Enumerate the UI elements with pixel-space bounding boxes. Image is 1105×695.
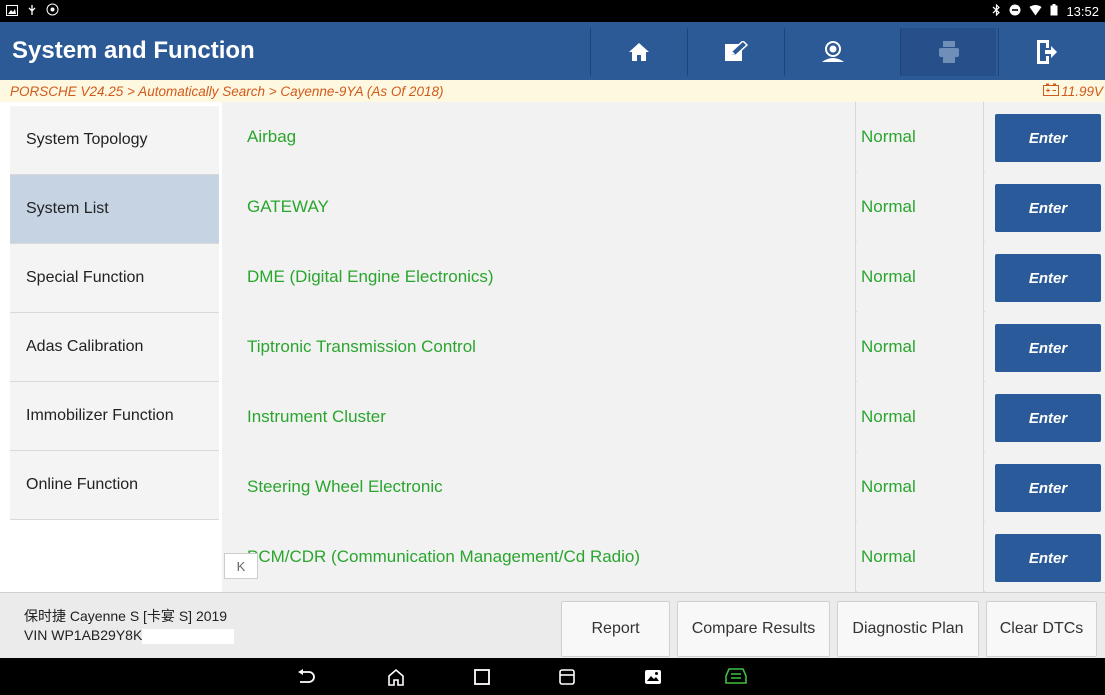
recents-icon[interactable]	[470, 666, 494, 688]
title-bar: System and Function	[0, 22, 1105, 80]
system-status: Normal	[857, 522, 984, 592]
system-row: Tiptronic Transmission Control Normal En…	[222, 312, 1105, 382]
page-title: System and Function	[12, 37, 255, 64]
screenshot-icon[interactable]	[641, 666, 665, 688]
enter-button[interactable]: Enter	[995, 464, 1101, 512]
enter-cell: Enter	[985, 242, 1105, 312]
vehicle-model: 保时捷 Cayenne S [卡宴 S] 2019	[24, 608, 228, 624]
system-name: Steering Wheel Electronic	[222, 452, 856, 522]
vin-redaction	[142, 628, 235, 644]
sidebar-item-special-function[interactable]: Special Function	[10, 244, 219, 313]
system-row: GATEWAY Normal Enter	[222, 172, 1105, 242]
system-row: PCM/CDR (Communication Management/Cd Rad…	[222, 522, 1105, 592]
voltage-value: 11.99V	[1061, 83, 1103, 99]
system-name: PCM/CDR (Communication Management/Cd Rad…	[222, 522, 856, 592]
home-button[interactable]	[590, 28, 686, 76]
user-feedback-icon	[820, 41, 846, 63]
home-icon	[628, 42, 650, 62]
voltage-indicator: 11.99V	[1043, 83, 1105, 99]
vehicle-vin-line: VIN WP1AB29Y8K	[24, 626, 235, 645]
dnd-icon	[1009, 4, 1021, 19]
system-row: Instrument Cluster Normal Enter	[222, 382, 1105, 452]
system-name: Instrument Cluster	[222, 382, 856, 452]
enter-button[interactable]: Enter	[995, 254, 1101, 302]
enter-button[interactable]: Enter	[995, 394, 1101, 442]
status-bar: 13:52	[0, 0, 1105, 22]
system-row: Airbag Normal Enter	[222, 102, 1105, 172]
sidebar-item-system-list[interactable]: System List	[10, 175, 219, 244]
system-status: Normal	[857, 102, 984, 172]
status-icons-right: 13:52	[992, 3, 1099, 19]
enter-button[interactable]: Enter	[995, 534, 1101, 582]
feedback-button[interactable]	[784, 28, 880, 76]
enter-cell: Enter	[985, 382, 1105, 452]
split-screen-icon[interactable]	[555, 666, 579, 688]
image-notification-icon	[6, 4, 18, 19]
exit-icon	[1036, 40, 1057, 64]
breadcrumb: PORSCHE V24.25 > Automatically Search > …	[0, 80, 1105, 102]
diagnostic-plan-button[interactable]: Diagnostic Plan	[837, 601, 979, 657]
enter-button[interactable]: Enter	[995, 114, 1101, 162]
collapse-sidebar-button[interactable]: K	[224, 553, 258, 579]
system-status: Normal	[857, 172, 984, 242]
usb-icon	[26, 4, 38, 19]
footer-bar: 保时捷 Cayenne S [卡宴 S] 2019 VIN WP1AB29Y8K…	[0, 592, 1105, 658]
system-name: Airbag	[222, 102, 856, 172]
print-icon	[938, 41, 959, 63]
system-row: Steering Wheel Electronic Normal Enter	[222, 452, 1105, 522]
system-status: Normal	[857, 452, 984, 522]
status-icons-left	[6, 3, 59, 19]
enter-button[interactable]: Enter	[995, 184, 1101, 232]
sidebar: System Topology System List Special Func…	[10, 106, 219, 520]
enter-cell: Enter	[985, 522, 1105, 592]
wifi-icon	[1029, 4, 1042, 19]
compare-results-button[interactable]: Compare Results	[677, 601, 830, 657]
android-nav-bar	[0, 658, 1105, 695]
battery-icon	[1050, 3, 1058, 19]
system-list: Airbag Normal Enter GATEWAY Normal Enter…	[222, 102, 1105, 592]
exit-button[interactable]	[998, 28, 1094, 76]
back-icon[interactable]	[294, 666, 318, 688]
vci-connector-icon[interactable]	[724, 666, 748, 688]
print-button[interactable]	[900, 28, 996, 76]
enter-cell: Enter	[985, 312, 1105, 382]
home-nav-icon[interactable]	[384, 666, 408, 688]
sidebar-item-adas-calibration[interactable]: Adas Calibration	[10, 313, 219, 382]
vehicle-info: 保时捷 Cayenne S [卡宴 S] 2019 VIN WP1AB29Y8K	[24, 607, 235, 645]
enter-cell: Enter	[985, 452, 1105, 522]
system-name: GATEWAY	[222, 172, 856, 242]
enter-cell: Enter	[985, 102, 1105, 172]
edit-button[interactable]	[687, 28, 783, 76]
report-button[interactable]: Report	[561, 601, 670, 657]
system-name: Tiptronic Transmission Control	[222, 312, 856, 382]
system-name: DME (Digital Engine Electronics)	[222, 242, 856, 312]
debug-icon	[46, 3, 59, 19]
enter-button[interactable]: Enter	[995, 324, 1101, 372]
bluetooth-icon	[992, 3, 1001, 19]
sidebar-item-system-topology[interactable]: System Topology	[10, 106, 219, 175]
system-status: Normal	[857, 382, 984, 452]
clock-time: 13:52	[1066, 3, 1099, 19]
breadcrumb-path: PORSCHE V24.25 > Automatically Search > …	[10, 83, 444, 99]
battery-voltage-icon	[1043, 83, 1060, 99]
system-status: Normal	[857, 312, 984, 382]
system-row: DME (Digital Engine Electronics) Normal …	[222, 242, 1105, 312]
sidebar-item-immobilizer-function[interactable]: Immobilizer Function	[10, 382, 219, 451]
edit-icon	[724, 41, 748, 63]
enter-cell: Enter	[985, 172, 1105, 242]
sidebar-item-online-function[interactable]: Online Function	[10, 451, 219, 520]
clear-dtcs-button[interactable]: Clear DTCs	[986, 601, 1097, 657]
vehicle-vin: VIN WP1AB29Y8K	[24, 627, 143, 643]
system-status: Normal	[857, 242, 984, 312]
